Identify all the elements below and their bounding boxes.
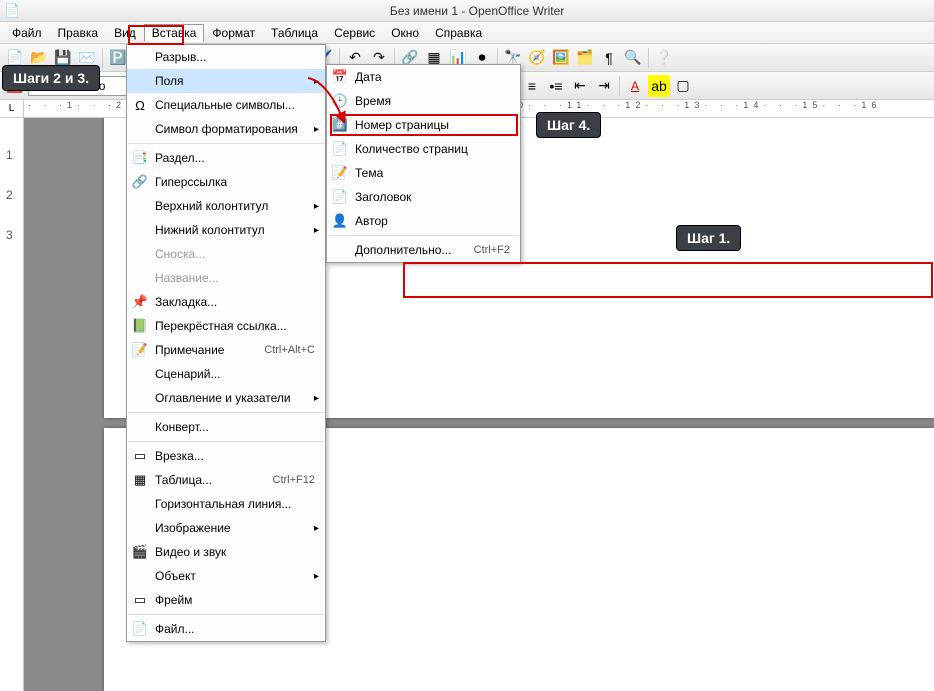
mi-table[interactable]: ▦Таблица...Ctrl+F12: [127, 468, 325, 492]
menu-file[interactable]: Файл: [4, 24, 50, 42]
numbering-icon[interactable]: ≡: [521, 75, 543, 97]
mi-more[interactable]: Дополнительно...Ctrl+F2: [327, 238, 520, 262]
chevron-right-icon: ▸: [314, 124, 319, 135]
special-char-icon: Ω: [131, 98, 149, 113]
app-icon: 📄: [4, 3, 20, 19]
mi-object[interactable]: Объект▸: [127, 564, 325, 588]
highlight-icon[interactable]: ab: [648, 75, 670, 97]
section-icon: 📑: [131, 150, 149, 166]
bgcolor-icon[interactable]: ▢: [672, 75, 694, 97]
mi-pagenumber[interactable]: #️⃣Номер страницы: [327, 113, 520, 137]
zoom-icon[interactable]: 🔍: [622, 47, 644, 69]
menu-window[interactable]: Окно: [383, 24, 427, 42]
mi-note[interactable]: 📝ПримечаниеCtrl+Alt+C: [127, 338, 325, 362]
separator: [102, 48, 103, 68]
note-icon: 📝: [131, 342, 149, 358]
author-icon: 👤: [331, 213, 349, 229]
mi-toc[interactable]: Оглавление и указатели▸: [127, 386, 325, 410]
mi-fields[interactable]: Поля▸: [127, 69, 325, 93]
insert-menu: Разрыв... Поля▸ ΩСпециальные символы... …: [126, 44, 326, 642]
separator: [128, 143, 324, 144]
mi-pagecount[interactable]: 📄Количество страниц: [327, 137, 520, 161]
media-icon: 🎬: [131, 544, 149, 560]
badge-step-1: Шаг 1.: [676, 225, 741, 251]
menu-view[interactable]: Вид: [106, 24, 144, 42]
mi-special[interactable]: ΩСпециальные символы...: [127, 93, 325, 117]
bookmark-icon: 📌: [131, 294, 149, 310]
mi-header[interactable]: Верхний колонтитул▸: [127, 194, 325, 218]
mi-date[interactable]: 📅Дата: [327, 65, 520, 89]
mi-crossref[interactable]: 📗Перекрёстная ссылка...: [127, 314, 325, 338]
mi-file[interactable]: 📄Файл...: [127, 617, 325, 641]
chevron-right-icon: ▸: [314, 393, 319, 404]
chevron-right-icon: ▸: [314, 523, 319, 534]
file-icon: 📄: [131, 621, 149, 637]
menu-help[interactable]: Справка: [427, 24, 490, 42]
mi-caption: Название...: [127, 266, 325, 290]
separator: [648, 48, 649, 68]
mi-script[interactable]: Сценарий...: [127, 362, 325, 386]
outdent-icon[interactable]: ⇤: [569, 75, 591, 97]
mi-title[interactable]: 📄Заголовок: [327, 185, 520, 209]
chevron-right-icon: ▸: [314, 225, 319, 236]
mi-float[interactable]: ▭Фрейм: [127, 588, 325, 612]
menubar: Файл Правка Вид Вставка Формат Таблица С…: [0, 22, 934, 44]
mi-break[interactable]: Разрыв...: [127, 45, 325, 69]
chevron-right-icon: ▸: [314, 76, 319, 87]
mi-hr[interactable]: Горизонтальная линия...: [127, 492, 325, 516]
mi-footer[interactable]: Нижний колонтитул▸: [127, 218, 325, 242]
subject-icon: 📝: [331, 165, 349, 181]
menu-format[interactable]: Формат: [204, 24, 263, 42]
fields-submenu: 📅Дата 🕒Время #️⃣Номер страницы 📄Количест…: [326, 64, 521, 263]
mi-section[interactable]: 📑Раздел...: [127, 146, 325, 170]
crossref-icon: 📗: [131, 318, 149, 334]
indent-icon[interactable]: ⇥: [593, 75, 615, 97]
menu-table[interactable]: Таблица: [263, 24, 326, 42]
navigator-icon[interactable]: 🧭: [526, 47, 548, 69]
mi-time[interactable]: 🕒Время: [327, 89, 520, 113]
frame-icon: ▭: [131, 448, 149, 464]
gallery-icon[interactable]: 🖼️: [550, 47, 572, 69]
mi-envelope[interactable]: Конверт...: [127, 415, 325, 439]
date-icon: 📅: [331, 69, 349, 85]
mi-image[interactable]: Изображение▸: [127, 516, 325, 540]
separator: [128, 614, 324, 615]
hyperlink-icon: 🔗: [131, 174, 149, 190]
badge-step-4: Шаг 4.: [536, 112, 601, 138]
mi-frame[interactable]: ▭Врезка...: [127, 444, 325, 468]
font-color-icon[interactable]: A: [624, 75, 646, 97]
page-number-icon: #️⃣: [331, 117, 349, 133]
badge-step-2-3: Шаги 2 и 3.: [2, 65, 100, 91]
separator: [328, 235, 519, 236]
time-icon: 🕒: [331, 93, 349, 109]
chevron-right-icon: ▸: [314, 201, 319, 212]
mi-subject[interactable]: 📝Тема: [327, 161, 520, 185]
table-icon: ▦: [131, 472, 149, 488]
nonprinting-icon[interactable]: ¶: [598, 47, 620, 69]
page-count-icon: 📄: [331, 141, 349, 157]
window-title: Без имени 1 - OpenOffice Writer: [24, 4, 930, 18]
menu-insert[interactable]: Вставка: [144, 24, 205, 42]
help-icon[interactable]: ❔: [653, 47, 675, 69]
vertical-ruler[interactable]: 123: [0, 118, 24, 691]
menu-edit[interactable]: Правка: [50, 24, 107, 42]
separator: [619, 76, 620, 96]
separator: [128, 412, 324, 413]
mi-fmark[interactable]: Символ форматирования▸: [127, 117, 325, 141]
mi-author[interactable]: 👤Автор: [327, 209, 520, 233]
floating-frame-icon: ▭: [131, 592, 149, 608]
menu-tools[interactable]: Сервис: [326, 24, 383, 42]
title-bar: 📄 Без имени 1 - OpenOffice Writer: [0, 0, 934, 22]
mi-hyperlink[interactable]: 🔗Гиперссылка: [127, 170, 325, 194]
chevron-right-icon: ▸: [314, 571, 319, 582]
mi-media[interactable]: 🎬Видео и звук: [127, 540, 325, 564]
ruler-corner: L: [0, 100, 24, 117]
bullets-icon[interactable]: •≡: [545, 75, 567, 97]
mi-footnote: Сноска...: [127, 242, 325, 266]
mi-bookmark[interactable]: 📌Закладка...: [127, 290, 325, 314]
title-icon: 📄: [331, 189, 349, 205]
sources-icon[interactable]: 🗂️: [574, 47, 596, 69]
separator: [128, 441, 324, 442]
